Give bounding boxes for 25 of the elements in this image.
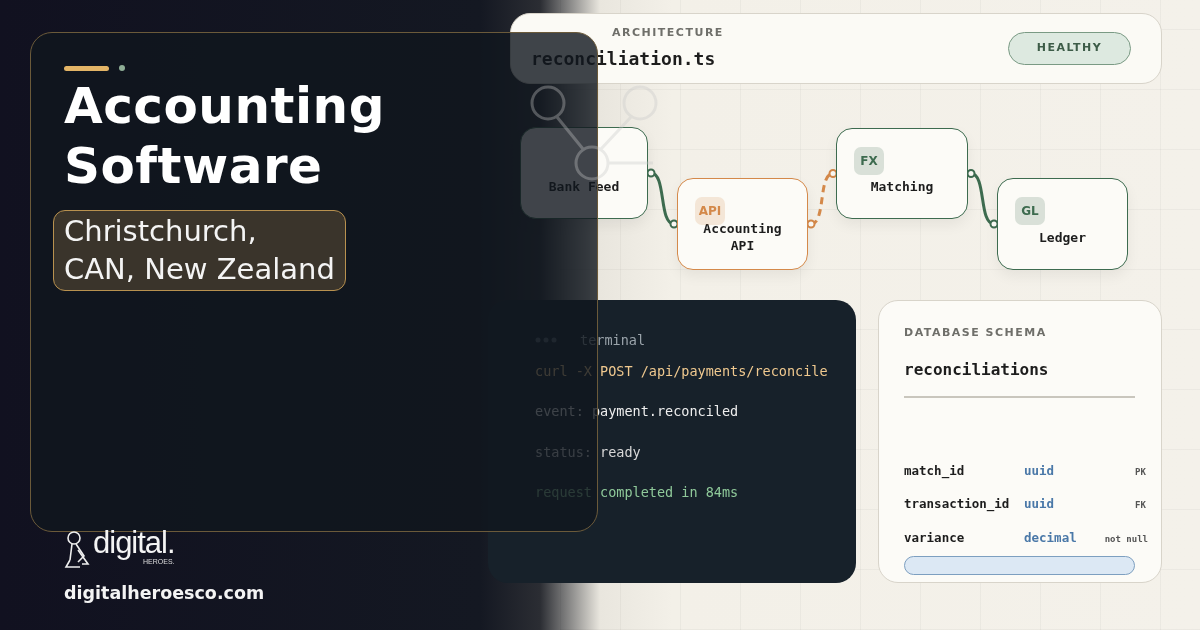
field-type: decimal [1024,528,1078,547]
figure-icon [64,530,92,570]
field-type: uuid [1024,495,1056,513]
field-constraint: PK [1135,465,1147,479]
field-name: transaction_id [904,495,1011,514]
field-constraint: FK [1135,499,1147,512]
section-label: DATABASE SCHEMA [904,325,1048,341]
status-badge: HEALTHY [1008,32,1131,65]
field-name: match_id [904,461,966,481]
section-label: ARCHITECTURE [612,24,724,41]
field-name: variance [904,528,966,547]
field-type: uuid [1024,461,1056,480]
accent-bar [64,65,109,71]
node-tag: API [695,197,725,225]
accent-dot [119,65,125,71]
node-label: Matching [870,178,934,195]
node-tag: GL [1015,197,1045,225]
node-tag: FX [854,147,884,175]
field-constraint: not null [1104,532,1148,546]
website-text: digitalheroesco.com [64,582,265,605]
hero-title: Accounting Software [64,76,385,196]
location-text: Christchurch, CAN, New Zealand [53,210,346,291]
node-label: Ledger [1039,228,1086,246]
logo-text: digital. [93,528,175,558]
table-name: reconciliations [904,358,1050,381]
